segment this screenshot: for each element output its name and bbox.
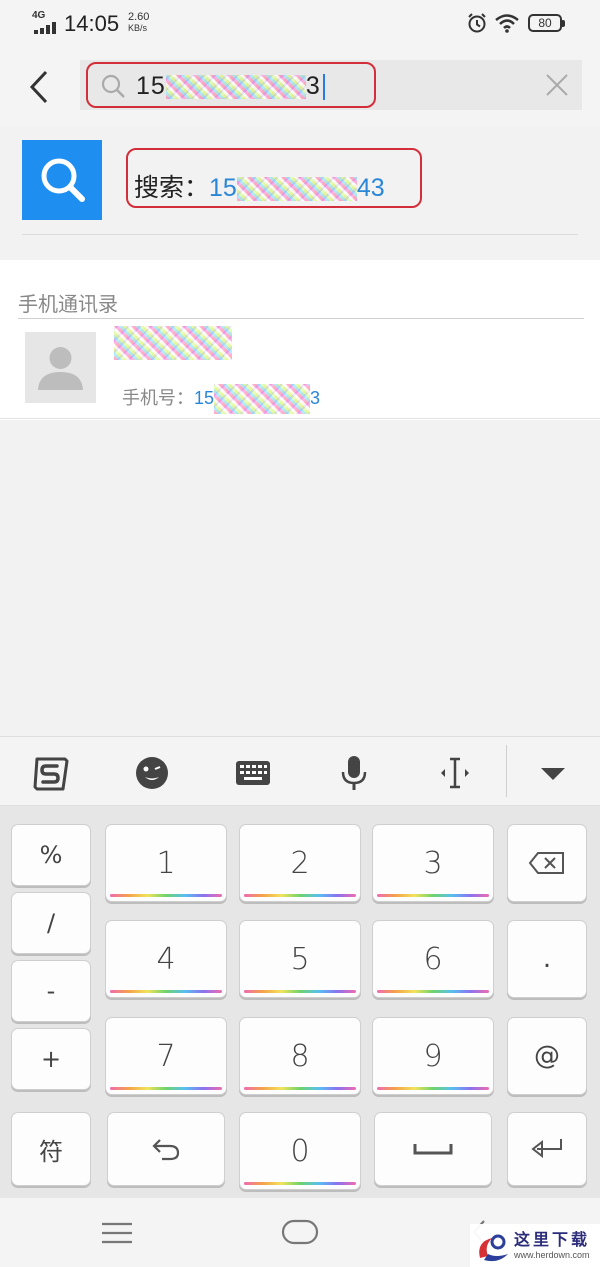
search-header: 15 3 bbox=[0, 48, 600, 126]
key-9[interactable]: 9 bbox=[372, 1017, 494, 1095]
contact-phone-label: 手机号： bbox=[122, 388, 194, 408]
status-time: 14:05 bbox=[64, 11, 120, 36]
status-bar: 4G 14:05 2.60 KB/s 80 bbox=[0, 0, 600, 48]
battery-indicator: 80 bbox=[528, 14, 565, 32]
undo-icon bbox=[152, 1139, 180, 1161]
emoji-icon[interactable] bbox=[130, 751, 174, 795]
collapse-keyboard-icon[interactable] bbox=[531, 751, 575, 795]
contact-name bbox=[114, 326, 232, 360]
network-speed: 2.60 KB/s bbox=[128, 12, 149, 34]
section-title: 手机通讯录 bbox=[18, 294, 118, 316]
back-arrow-icon[interactable] bbox=[24, 66, 56, 108]
text-cursor bbox=[322, 74, 325, 101]
search-query: 15 3 bbox=[136, 72, 325, 101]
search-input[interactable]: 15 3 bbox=[80, 60, 582, 110]
numeric-keyboard: % / - + 1 2 3 4 5 6 7 8 9 . @ 符 0 bbox=[0, 806, 600, 1198]
contacts-section: 手机通讯录 手机号：15 3 bbox=[0, 260, 600, 420]
redacted-blur bbox=[214, 384, 311, 415]
suggestion-search-icon bbox=[22, 140, 102, 220]
key-minus[interactable]: - bbox=[11, 960, 91, 1022]
signal-icon bbox=[34, 22, 58, 34]
space-key[interactable] bbox=[374, 1112, 492, 1186]
enter-key[interactable] bbox=[507, 1112, 587, 1186]
suggestion-label: 搜索：15 43 bbox=[134, 168, 385, 204]
suggestion-prefix-text: 搜索： bbox=[134, 174, 210, 202]
clear-icon[interactable] bbox=[544, 72, 570, 98]
enter-icon bbox=[531, 1139, 562, 1159]
suggestion-number: 15 43 bbox=[209, 174, 385, 202]
cursor-move-icon[interactable] bbox=[433, 751, 477, 795]
redacted-blur bbox=[114, 326, 232, 360]
network-speed-unit: KB/s bbox=[128, 23, 148, 33]
watermark-text: 这里下载 bbox=[514, 1230, 591, 1249]
space-icon bbox=[413, 1144, 453, 1155]
key-4[interactable]: 4 bbox=[105, 920, 227, 998]
key-slash[interactable]: / bbox=[11, 892, 91, 954]
key-0[interactable]: 0 bbox=[239, 1112, 361, 1190]
divider bbox=[22, 234, 578, 235]
key-5[interactable]: 5 bbox=[239, 920, 361, 998]
watermark: 这里下载 www.herdown.com bbox=[470, 1224, 600, 1267]
home-icon[interactable] bbox=[281, 1218, 319, 1246]
backspace-key[interactable] bbox=[507, 824, 587, 902]
key-dot[interactable]: . bbox=[507, 920, 587, 998]
key-8[interactable]: 8 bbox=[239, 1017, 361, 1095]
key-symbols[interactable]: 符 bbox=[11, 1112, 91, 1186]
key-1[interactable]: 1 bbox=[105, 824, 227, 902]
wifi-icon bbox=[495, 14, 519, 33]
search-icon bbox=[101, 74, 125, 98]
redacted-blur bbox=[165, 75, 306, 100]
backspace-icon bbox=[528, 852, 564, 874]
menu-icon[interactable] bbox=[100, 1220, 134, 1246]
key-at[interactable]: @ bbox=[507, 1017, 587, 1095]
contact-phone-prefix: 15 bbox=[194, 388, 215, 408]
keyboard-toolbar bbox=[0, 736, 600, 806]
key-3[interactable]: 3 bbox=[372, 824, 494, 902]
microphone-icon[interactable] bbox=[332, 751, 376, 795]
watermark-logo-icon bbox=[479, 1234, 508, 1262]
divider bbox=[506, 745, 507, 797]
search-query-prefix: 15 bbox=[136, 72, 166, 100]
divider bbox=[0, 418, 600, 419]
key-plus[interactable]: + bbox=[11, 1028, 91, 1090]
contact-item[interactable]: 手机号：15 3 bbox=[0, 322, 600, 418]
search-query-suffix: 3 bbox=[305, 72, 321, 100]
watermark-url: www.herdown.com bbox=[514, 1250, 590, 1260]
person-icon bbox=[38, 347, 83, 390]
sogou-logo-icon[interactable] bbox=[29, 751, 73, 795]
network-type: 4G bbox=[32, 10, 46, 21]
alarm-icon bbox=[468, 13, 486, 33]
key-6[interactable]: 6 bbox=[372, 920, 494, 998]
contact-phone-suffix: 3 bbox=[310, 388, 321, 408]
undo-key[interactable] bbox=[107, 1112, 225, 1186]
keyboard-icon[interactable] bbox=[231, 751, 275, 795]
redacted-blur bbox=[236, 177, 357, 202]
contact-phone: 手机号：15 3 bbox=[122, 384, 321, 415]
contact-phone-number: 15 3 bbox=[194, 384, 321, 415]
key-2[interactable]: 2 bbox=[239, 824, 361, 902]
network-speed-value: 2.60 bbox=[128, 11, 150, 23]
avatar bbox=[25, 332, 96, 403]
suggestion-number-prefix: 15 bbox=[209, 174, 237, 202]
key-percent[interactable]: % bbox=[11, 824, 91, 886]
search-suggestion[interactable]: 搜索：15 43 bbox=[0, 126, 600, 260]
suggestion-number-suffix: 43 bbox=[356, 174, 385, 202]
divider bbox=[18, 318, 584, 319]
key-7[interactable]: 7 bbox=[105, 1017, 227, 1095]
